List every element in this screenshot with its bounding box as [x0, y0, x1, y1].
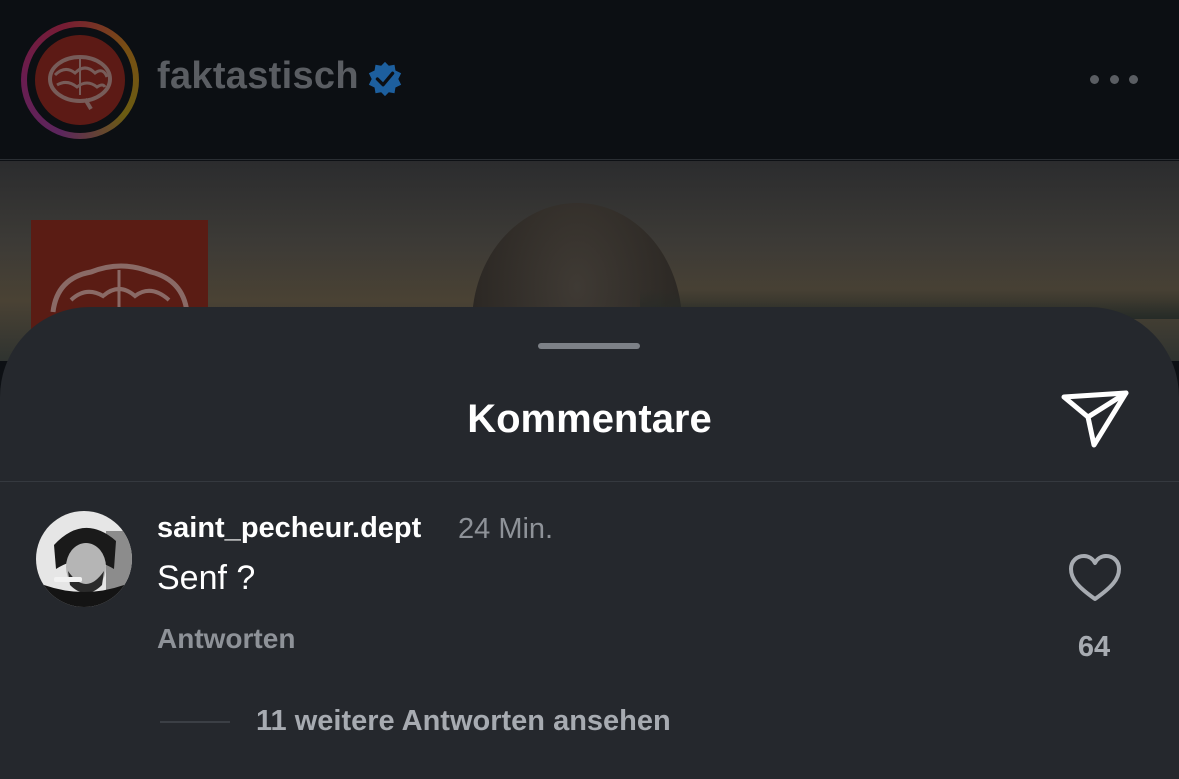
comment-timestamp: 24 Min.	[458, 513, 554, 545]
more-options-button[interactable]	[1084, 62, 1144, 96]
comment-avatar[interactable]	[36, 511, 132, 607]
screen: faktastisch Kommentare saint_pecheur.dep…	[0, 0, 1179, 779]
like-count: 64	[1077, 631, 1111, 663]
verified-badge-icon	[368, 61, 402, 97]
sheet-title: Kommentare	[467, 397, 712, 441]
more-dot-icon	[1090, 74, 1099, 84]
sheet-grab-handle[interactable]	[538, 343, 640, 349]
comment-username[interactable]: saint_pecheur.dept	[157, 512, 421, 545]
story-ring[interactable]	[21, 21, 139, 139]
brain-icon	[48, 55, 112, 111]
account-avatar[interactable]	[35, 35, 125, 125]
reply-button[interactable]: Antworten	[157, 623, 295, 655]
sheet-divider	[0, 481, 1179, 482]
account-name[interactable]: faktastisch	[157, 55, 359, 98]
heart-icon[interactable]	[1068, 553, 1122, 603]
send-icon[interactable]	[1060, 385, 1130, 451]
comment-text: Senf ?	[157, 559, 256, 597]
more-dot-icon	[1129, 74, 1138, 84]
user-photo	[36, 511, 132, 607]
replies-connector-line	[160, 721, 230, 723]
more-dot-icon	[1109, 74, 1119, 84]
view-more-replies-button[interactable]: 11 weitere Antworten ansehen	[256, 705, 671, 738]
post-header: faktastisch	[0, 0, 1179, 160]
